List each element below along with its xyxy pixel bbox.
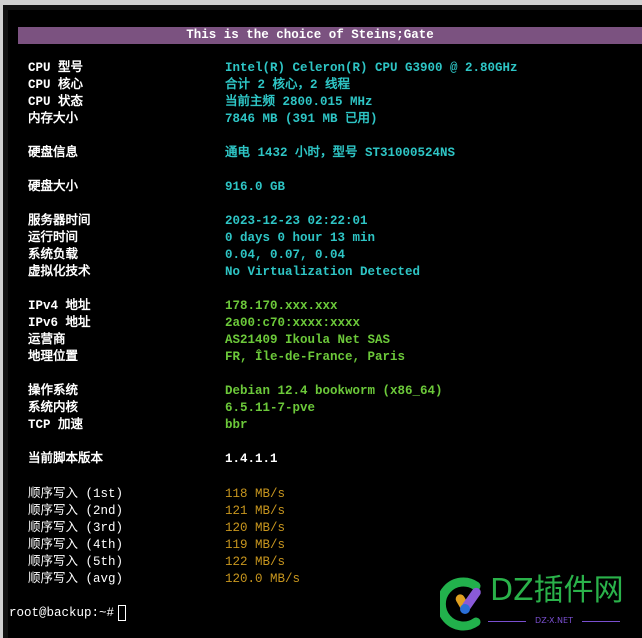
value: 119 MB/s: [225, 538, 286, 552]
value: 6.5.11-7-pve: [225, 401, 316, 415]
label: 顺序写入 (avg): [28, 572, 124, 586]
label: 当前脚本版本: [28, 452, 104, 466]
text-cursor: [118, 604, 127, 621]
value: 118 MB/s: [225, 487, 286, 501]
value: FR, Île-de-France, Paris: [225, 350, 406, 364]
label: CPU 型号: [28, 61, 84, 75]
value: No Virtualization Detected: [225, 265, 421, 279]
label: 虚拟化技术: [28, 265, 91, 279]
value: 120 MB/s: [225, 521, 286, 535]
value: 916.0 GB: [225, 180, 286, 194]
value: 2a00:c70:xxxx:xxxx: [225, 316, 361, 330]
label: 顺序写入 (3rd): [28, 521, 124, 535]
value: 2023-12-23 02:22:01: [225, 214, 368, 228]
value: 178.170.xxx.xxx: [225, 299, 338, 313]
label: 系统负载: [28, 248, 79, 262]
value: Intel(R) Celeron(R) CPU G3900 @ 2.80GHz: [225, 61, 518, 75]
banner: This is the choice of Steins;Gate: [18, 27, 642, 44]
label: IPv4 地址: [28, 299, 91, 313]
label: 顺序写入 (1st): [28, 487, 124, 501]
label: 地理位置: [28, 350, 79, 364]
value: 合计 2 核心，2 线程: [225, 78, 351, 92]
value: 1.4.1.1: [225, 452, 278, 466]
label: 顺序写入 (5th): [28, 555, 124, 569]
watermark: DZ插件网 DZ-X.NET: [436, 572, 630, 632]
label: 内存大小: [28, 112, 79, 126]
value: 121 MB/s: [225, 504, 286, 518]
label: IPv6 地址: [28, 316, 91, 330]
label: 运行时间: [28, 231, 79, 245]
label: 操作系统: [28, 384, 79, 398]
label: CPU 核心: [28, 78, 84, 92]
value: 122 MB/s: [225, 555, 286, 569]
shell-prompt[interactable]: root@backup:~#: [9, 604, 127, 622]
label: 运营商: [28, 333, 66, 347]
value: 0 days 0 hour 13 min: [225, 231, 376, 245]
watermark-subtitle: DZ-X.NET: [488, 616, 620, 625]
prompt-text: root@backup:~#: [9, 606, 115, 620]
value: bbr: [225, 418, 248, 432]
value: AS21409 Ikoula Net SAS: [225, 333, 391, 347]
label: 顺序写入 (4th): [28, 538, 124, 552]
label: 顺序写入 (2nd): [28, 504, 124, 518]
value: Debian 12.4 bookworm (x86_64): [225, 384, 443, 398]
value: 当前主频 2800.015 MHz: [225, 95, 373, 109]
watermark-logo-icon: [436, 577, 481, 631]
label: TCP 加速: [28, 418, 84, 432]
label: 硬盘大小: [28, 180, 79, 194]
watermark-title: DZ插件网: [490, 573, 624, 608]
value: 通电 1432 小时，型号 ST31000524NS: [225, 146, 456, 160]
label: 硬盘信息: [28, 146, 79, 160]
label: 系统内核: [28, 401, 79, 415]
label: CPU 状态: [28, 95, 84, 109]
value: 120.0 MB/s: [225, 572, 301, 586]
label: 服务器时间: [28, 214, 91, 228]
value: 0.04, 0.07, 0.04: [225, 248, 346, 262]
value: 7846 MB (391 MB 已用): [225, 112, 378, 126]
